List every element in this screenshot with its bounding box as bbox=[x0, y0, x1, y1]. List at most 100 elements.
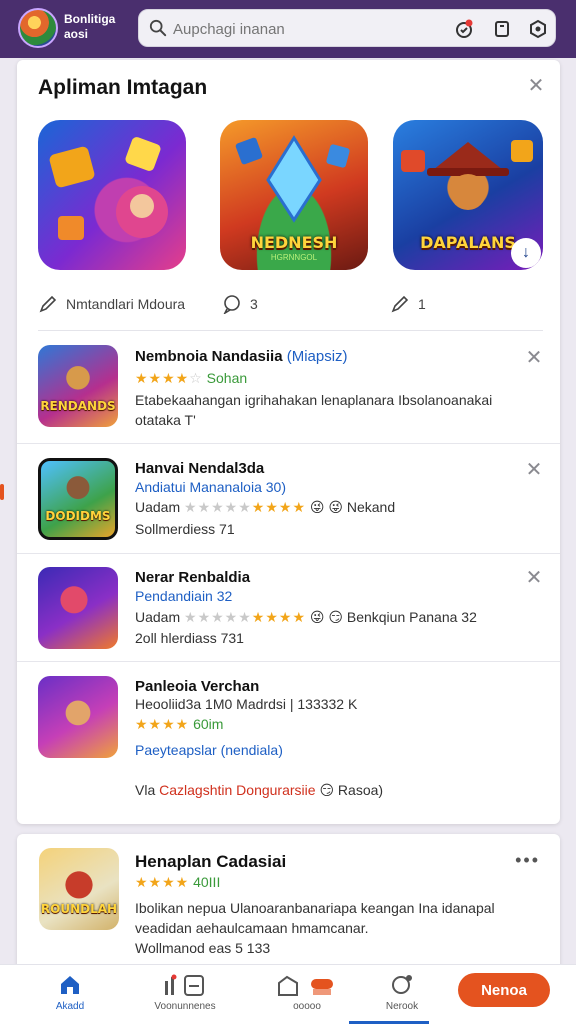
rating-text: 40III bbox=[193, 874, 221, 890]
description-line-1: Etabekaahangan igrihahakan lenaplanara I… bbox=[135, 392, 493, 408]
rating-text: 60im bbox=[193, 716, 224, 732]
pencil-icon bbox=[391, 295, 409, 313]
gift-icon bbox=[278, 975, 333, 996]
rating-line: ★★★★ 60im bbox=[135, 716, 223, 733]
action-comments-count: 3 bbox=[250, 296, 258, 312]
app-logo[interactable] bbox=[18, 8, 58, 48]
app-thumbnail bbox=[38, 567, 118, 649]
download-arrow-icon[interactable]: ↓ bbox=[511, 238, 541, 268]
app-name: Bonlitiga aosi bbox=[64, 12, 115, 42]
recommended-apps-card: Apliman Imtagan ✕ NEDNESH HGRNNGOL DAPAL… bbox=[17, 60, 560, 824]
rating-stars: ★★★★ bbox=[135, 370, 190, 386]
developer-name: (Miapsiz) bbox=[286, 348, 348, 365]
app-title: Nerar Renbaldia bbox=[135, 569, 251, 586]
search-icon bbox=[149, 19, 167, 37]
library-icon bbox=[165, 974, 204, 996]
comment-icon bbox=[223, 295, 240, 314]
featured-caption-2: NEDNESH bbox=[250, 233, 338, 252]
rating-line: Uadam ★★★★★★★★★ 😜 😜 Nekand bbox=[135, 499, 395, 516]
bookmark-icon[interactable] bbox=[491, 18, 513, 40]
top-bar: Bonlitiga aosi bbox=[0, 0, 576, 58]
app-thumbnail: RENDANDS bbox=[38, 345, 118, 427]
nav-library-label: Voonunnenes bbox=[154, 1001, 216, 1012]
app-title: Hanvai Nendal3da bbox=[135, 460, 265, 477]
thumbnail-text: DODIDMS bbox=[45, 509, 111, 523]
home-icon bbox=[61, 976, 79, 994]
list-item[interactable]: Nerar Renbaldia Pendandiain 32 Uadam ★★★… bbox=[17, 554, 560, 662]
app-title: Nembnoia Nandasiia (Miapsiz) bbox=[135, 348, 348, 365]
app-title: Henaplan Cadasiai bbox=[135, 852, 287, 871]
featured-sub-2: HGRNNGOL bbox=[270, 253, 318, 262]
rating-empty-star: ☆ bbox=[189, 370, 203, 386]
developer-name[interactable]: Andiatui Mananaloia 30) bbox=[135, 479, 286, 495]
rating-stars: ★★★★ bbox=[135, 716, 190, 732]
footer-prefix: Vla bbox=[135, 782, 156, 798]
settings-icon[interactable] bbox=[527, 18, 549, 40]
rating-stars: ★★★★ bbox=[135, 874, 190, 890]
rating-suffix: 😜 😜 Nekand bbox=[309, 499, 396, 515]
download-count: Sollmerdiess 71 bbox=[135, 521, 235, 537]
download-count: Wollmanod eas 5 133 bbox=[135, 940, 271, 956]
nav-home-label: Akadd bbox=[55, 1001, 85, 1012]
footer-line: Vla Cazlagshtin Dongurarsiie 😏 Rasoa) bbox=[135, 782, 383, 799]
divider bbox=[38, 330, 543, 331]
description-line-1: Ibolikan nepua Ulanoaranbanariapa keanga… bbox=[135, 900, 495, 916]
featured-art-1 bbox=[49, 137, 168, 240]
search-input[interactable] bbox=[173, 17, 443, 41]
nav-profile[interactable]: Nerook bbox=[362, 965, 442, 1024]
thumbnail-text: RENDANDS bbox=[40, 399, 116, 413]
action-edit-count: 1 bbox=[418, 296, 426, 312]
more-options-icon[interactable]: ••• bbox=[515, 850, 540, 871]
app-name-line2: aosi bbox=[64, 27, 89, 41]
app-title: Panleoia Verchan bbox=[135, 678, 260, 695]
profile-icon bbox=[392, 975, 412, 994]
app-meta: Heooliid3a 1M0 Madrdsi | 133332 K bbox=[135, 696, 358, 712]
notification-icon[interactable] bbox=[453, 18, 475, 40]
scroll-marker bbox=[0, 484, 4, 500]
dismiss-icon[interactable]: ✕ bbox=[524, 460, 544, 480]
nav-gifts-label: ooooo bbox=[293, 1001, 321, 1012]
app-title-text: Nembnoia Nandasiia bbox=[135, 348, 283, 365]
nav-library[interactable]: Voonunnenes bbox=[140, 965, 230, 1024]
app-thumbnail: ROUNDLAH bbox=[39, 848, 119, 930]
rating-suffix: 😜 😏 Benkqiun Panana 32 bbox=[309, 609, 477, 625]
download-count: 2oll hlerdiass 731 bbox=[135, 630, 244, 646]
rating-empty-stars: ★★★★★ bbox=[184, 609, 252, 625]
developer-name[interactable]: Pendandiain 32 bbox=[135, 588, 232, 604]
footer-suffix: 😏 Rasoa) bbox=[319, 782, 384, 798]
list-item[interactable]: RENDANDS Nembnoia Nandasiia (Miapsiz) ★★… bbox=[17, 332, 560, 444]
category-link[interactable]: Paeyteapslar (nendiala) bbox=[135, 742, 283, 758]
card-title: Apliman Imtagan bbox=[38, 76, 208, 99]
footer-highlight[interactable]: Cazlagshtin Dongurarsiie bbox=[159, 782, 315, 798]
list-item[interactable]: Panleoia Verchan Heooliid3a 1M0 Madrdsi … bbox=[17, 662, 560, 824]
list-item[interactable]: DODIDMS Hanvai Nendal3da Andiatui Manana… bbox=[17, 444, 560, 554]
rating-empty-stars: ★★★★★ bbox=[184, 499, 252, 515]
description-line-2: otataka T' bbox=[135, 412, 196, 428]
featured-actions: Nmtandlari Mdoura 3 1 bbox=[38, 292, 543, 316]
featured-app-1[interactable] bbox=[38, 120, 186, 270]
description-line-2: veadidan aehaulcamaan hmamcanar. bbox=[135, 920, 369, 936]
app-thumbnail bbox=[38, 676, 118, 758]
featured-app-2[interactable]: NEDNESH HGRNNGOL bbox=[220, 120, 368, 270]
search-bar[interactable] bbox=[138, 9, 556, 47]
rating-text: Sohan bbox=[206, 370, 248, 386]
dismiss-icon[interactable]: ✕ bbox=[524, 348, 544, 368]
action-edit[interactable]: 1 bbox=[390, 292, 426, 316]
nav-profile-label: Nerook bbox=[385, 1001, 419, 1012]
pen-icon bbox=[39, 295, 57, 313]
dismiss-icon[interactable]: ✕ bbox=[524, 568, 544, 588]
rating-stars: ★★★★ bbox=[251, 499, 306, 515]
action-comments[interactable]: 3 bbox=[222, 292, 258, 316]
featured-app-3[interactable]: DAPALANS ↓ bbox=[393, 120, 543, 270]
app-name-line1: Bonlitiga bbox=[64, 12, 116, 26]
thumbnail-text: ROUNDLAH bbox=[40, 902, 118, 916]
action-review[interactable]: Nmtandlari Mdoura bbox=[38, 292, 185, 316]
nav-gifts[interactable]: ooooo bbox=[262, 965, 352, 1024]
close-icon[interactable]: ✕ bbox=[526, 76, 546, 96]
rating-line: ★★★★☆ Sohan bbox=[135, 370, 247, 387]
primary-action-button[interactable]: Nenoa bbox=[458, 973, 550, 1007]
rating-prefix: Uadam bbox=[135, 609, 181, 625]
app-thumbnail: DODIDMS bbox=[38, 458, 118, 540]
rating-stars: ★★★★ bbox=[251, 609, 306, 625]
nav-home[interactable]: Akadd bbox=[38, 965, 102, 1024]
